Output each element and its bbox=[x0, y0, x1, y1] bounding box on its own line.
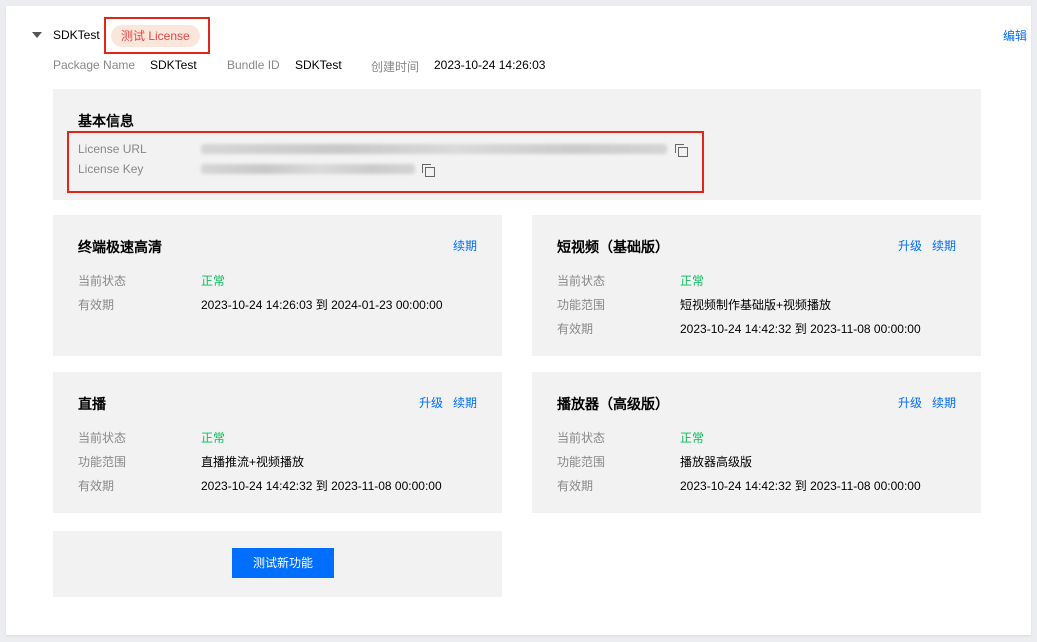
player-upgrade-link[interactable]: 升级 bbox=[898, 394, 922, 411]
status-label: 当前状态 bbox=[557, 431, 606, 445]
short-video-title: 短视频（基础版） bbox=[557, 239, 669, 255]
terminal-hd-panel: 终端极速高清 续期 当前状态 正常 有效期 2023-10-24 14:26:0… bbox=[53, 215, 502, 356]
edit-link[interactable]: 编辑 bbox=[1003, 27, 1027, 44]
player-panel: 播放器（高级版） 升级 续期 当前状态 正常 功能范围 播放器高级版 有效期 2… bbox=[532, 372, 981, 513]
validity-value: 2023-10-24 14:26:03 到 2024-01-23 00:00:0… bbox=[201, 298, 443, 312]
status-label: 当前状态 bbox=[78, 431, 127, 445]
validity-label: 有效期 bbox=[78, 298, 115, 312]
player-title: 播放器（高级版） bbox=[557, 396, 669, 412]
live-renew-link[interactable]: 续期 bbox=[453, 394, 477, 411]
created-time-value: 2023-10-24 14:26:03 bbox=[434, 58, 546, 72]
bundle-id-label: Bundle ID bbox=[227, 58, 280, 72]
short-video-upgrade-link[interactable]: 升级 bbox=[898, 237, 922, 254]
live-upgrade-link[interactable]: 升级 bbox=[419, 394, 443, 411]
app-name: SDKTest bbox=[53, 28, 100, 42]
validity-label: 有效期 bbox=[557, 479, 594, 493]
test-new-feature-button[interactable]: 测试新功能 bbox=[232, 548, 334, 578]
status-value: 正常 bbox=[680, 274, 705, 288]
live-title: 直播 bbox=[78, 396, 106, 412]
package-name-value: SDKTest bbox=[150, 58, 197, 72]
created-time-label: 创建时间 bbox=[371, 60, 420, 74]
status-label: 当前状态 bbox=[557, 274, 606, 288]
scope-value: 直播推流+视频播放 bbox=[201, 455, 305, 469]
scope-label: 功能范围 bbox=[78, 455, 127, 469]
validity-label: 有效期 bbox=[557, 322, 594, 336]
scope-value: 短视频制作基础版+视频播放 bbox=[680, 298, 832, 312]
player-renew-link[interactable]: 续期 bbox=[932, 394, 956, 411]
terminal-renew-link[interactable]: 续期 bbox=[453, 237, 477, 254]
status-value: 正常 bbox=[680, 431, 705, 445]
status-label: 当前状态 bbox=[78, 274, 127, 288]
live-panel: 直播 升级 续期 当前状态 正常 功能范围 直播推流+视频播放 有效期 2023… bbox=[53, 372, 502, 513]
short-video-panel: 短视频（基础版） 升级 续期 当前状态 正常 功能范围 短视频制作基础版+视频播… bbox=[532, 215, 981, 356]
basic-info-title: 基本信息 bbox=[78, 113, 134, 129]
package-name-label: Package Name bbox=[53, 58, 136, 72]
highlight-box-tag bbox=[104, 17, 210, 54]
bundle-id-value: SDKTest bbox=[295, 58, 342, 72]
scope-value: 播放器高级版 bbox=[680, 455, 753, 469]
scope-label: 功能范围 bbox=[557, 455, 606, 469]
highlight-box-license bbox=[67, 131, 704, 193]
short-video-renew-link[interactable]: 续期 bbox=[932, 237, 956, 254]
caret-down-icon[interactable] bbox=[32, 32, 42, 38]
validity-value: 2023-10-24 14:42:32 到 2023-11-08 00:00:0… bbox=[201, 479, 442, 493]
validity-value: 2023-10-24 14:42:32 到 2023-11-08 00:00:0… bbox=[680, 322, 921, 336]
validity-value: 2023-10-24 14:42:32 到 2023-11-08 00:00:0… bbox=[680, 479, 921, 493]
status-value: 正常 bbox=[201, 274, 226, 288]
terminal-hd-title: 终端极速高清 bbox=[78, 239, 162, 255]
validity-label: 有效期 bbox=[78, 479, 115, 493]
scope-label: 功能范围 bbox=[557, 298, 606, 312]
status-value: 正常 bbox=[201, 431, 226, 445]
